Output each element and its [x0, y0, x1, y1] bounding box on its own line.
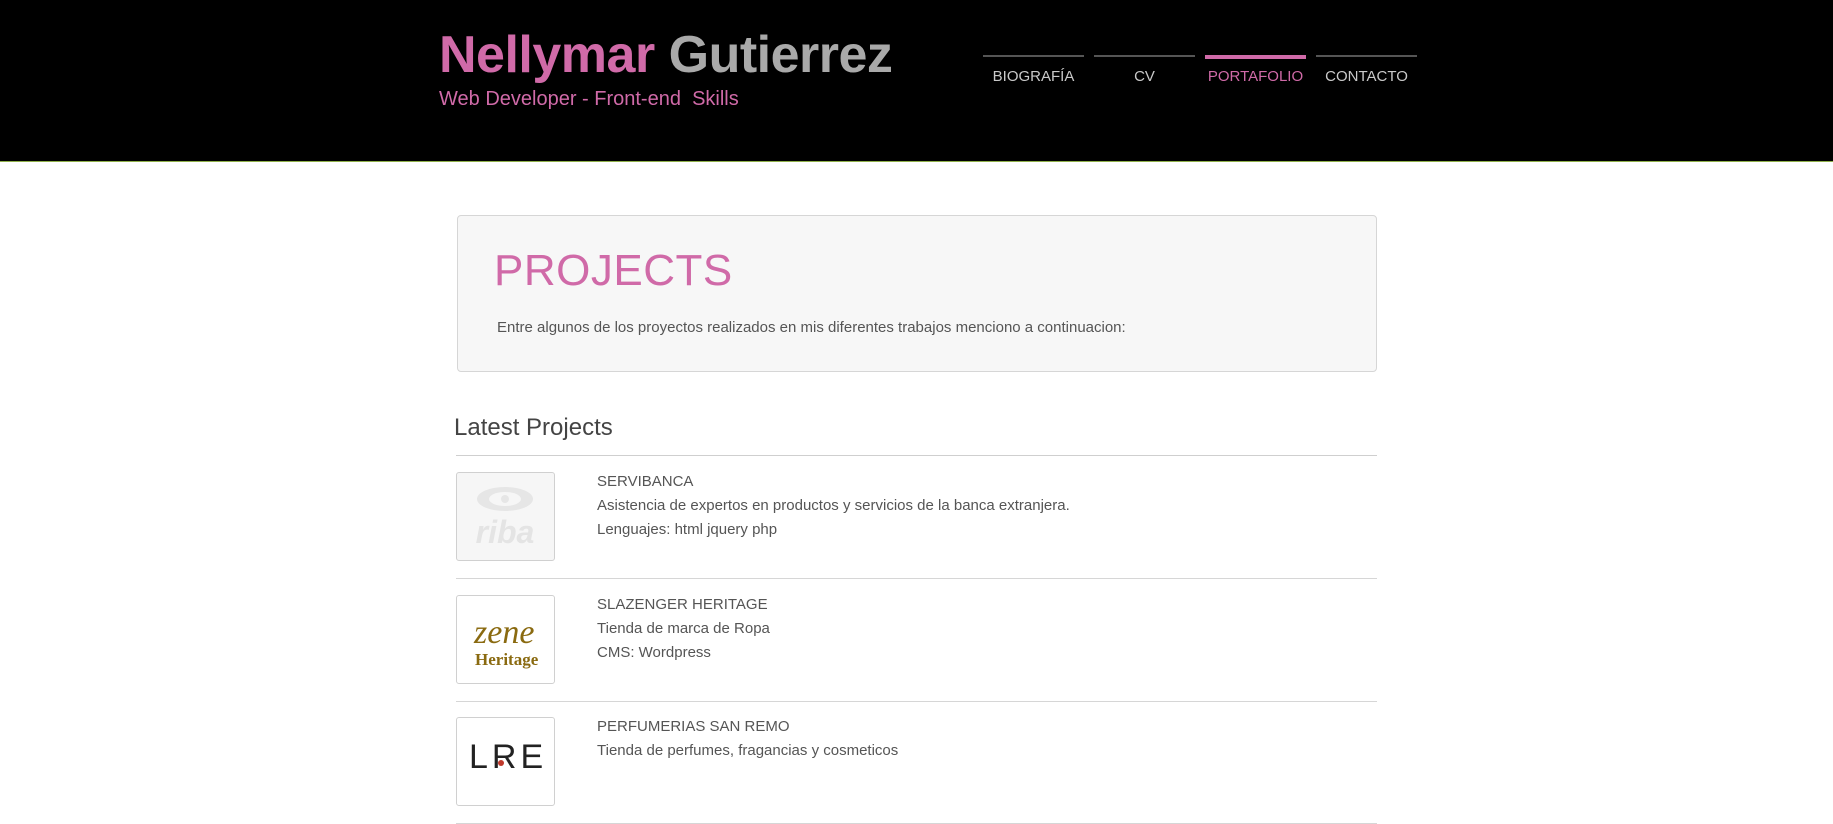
- project-item: riba SERVIBANCA Asistencia de expertos e…: [456, 456, 1377, 579]
- project-name[interactable]: SERVIBANCA: [597, 470, 1070, 494]
- project-details: SLAZENGER HERITAGE Tienda de marca de Ro…: [597, 593, 770, 665]
- brand-first-name[interactable]: Nellymar: [439, 26, 655, 84]
- nav-item-biografia[interactable]: BIOGRAFÍA: [983, 55, 1084, 102]
- servibanca-logo-icon: riba: [476, 487, 535, 550]
- project-details: PERFUMERIAS SAN REMO Tienda de perfumes,…: [597, 715, 898, 787]
- project-tech: CMS: Wordpress: [597, 644, 711, 661]
- project-description: Tienda de perfumes, fragancias y cosmeti…: [597, 742, 899, 759]
- sanremo-logo-icon: LRE: [469, 738, 547, 776]
- project-thumbnail[interactable]: LRE: [456, 717, 555, 806]
- brand-subtitle: Web Developer - Front-end Skills: [439, 88, 739, 110]
- project-item: zene Heritage SLAZENGER HERITAGE Tienda …: [456, 579, 1377, 702]
- logo-text: LRE: [469, 738, 547, 776]
- project-description: Tienda de marca de Ropa: [597, 620, 770, 637]
- projects-hero: PROJECTS Entre algunos de los proyectos …: [457, 215, 1377, 372]
- nav-item-portafolio[interactable]: PORTAFOLIO: [1205, 55, 1306, 102]
- brand-name[interactable]: Nellymar Gutierrez: [439, 24, 893, 86]
- section-title: Latest Projects: [454, 414, 613, 441]
- project-tech: [597, 763, 898, 787]
- logo-text: riba: [476, 514, 535, 550]
- project-details: SERVIBANCA Asistencia de expertos en pro…: [597, 470, 1070, 542]
- project-tech: Lenguajes: html jquery php: [597, 521, 778, 538]
- project-thumbnail[interactable]: zene Heritage: [456, 595, 555, 684]
- brand-last-name[interactable]: Gutierrez: [669, 26, 893, 84]
- logo-subtext: Heritage: [475, 650, 539, 669]
- hero-title: PROJECTS: [494, 246, 733, 295]
- hero-text: Entre algunos de los proyectos realizado…: [497, 319, 1126, 336]
- project-item: LRE PERFUMERIAS SAN REMO Tienda de perfu…: [456, 701, 1377, 824]
- nav-item-contacto[interactable]: CONTACTO: [1316, 55, 1417, 102]
- main-nav: BIOGRAFÍA CV PORTAFOLIO CONTACTO: [983, 55, 1427, 102]
- project-thumbnail[interactable]: riba: [456, 472, 555, 561]
- site-header: Nellymar Gutierrez Web Developer - Front…: [0, 0, 1833, 162]
- project-name[interactable]: SLAZENGER HERITAGE: [597, 593, 770, 617]
- logo-text: zene: [473, 614, 534, 651]
- brand[interactable]: Nellymar Gutierrez Web Developer - Front…: [439, 24, 893, 111]
- slazenger-logo-icon: zene Heritage: [473, 614, 539, 669]
- project-name[interactable]: PERFUMERIAS SAN REMO: [597, 715, 898, 739]
- nav-item-cv[interactable]: CV: [1094, 55, 1195, 102]
- project-description: Asistencia de expertos en productos y se…: [597, 497, 1070, 514]
